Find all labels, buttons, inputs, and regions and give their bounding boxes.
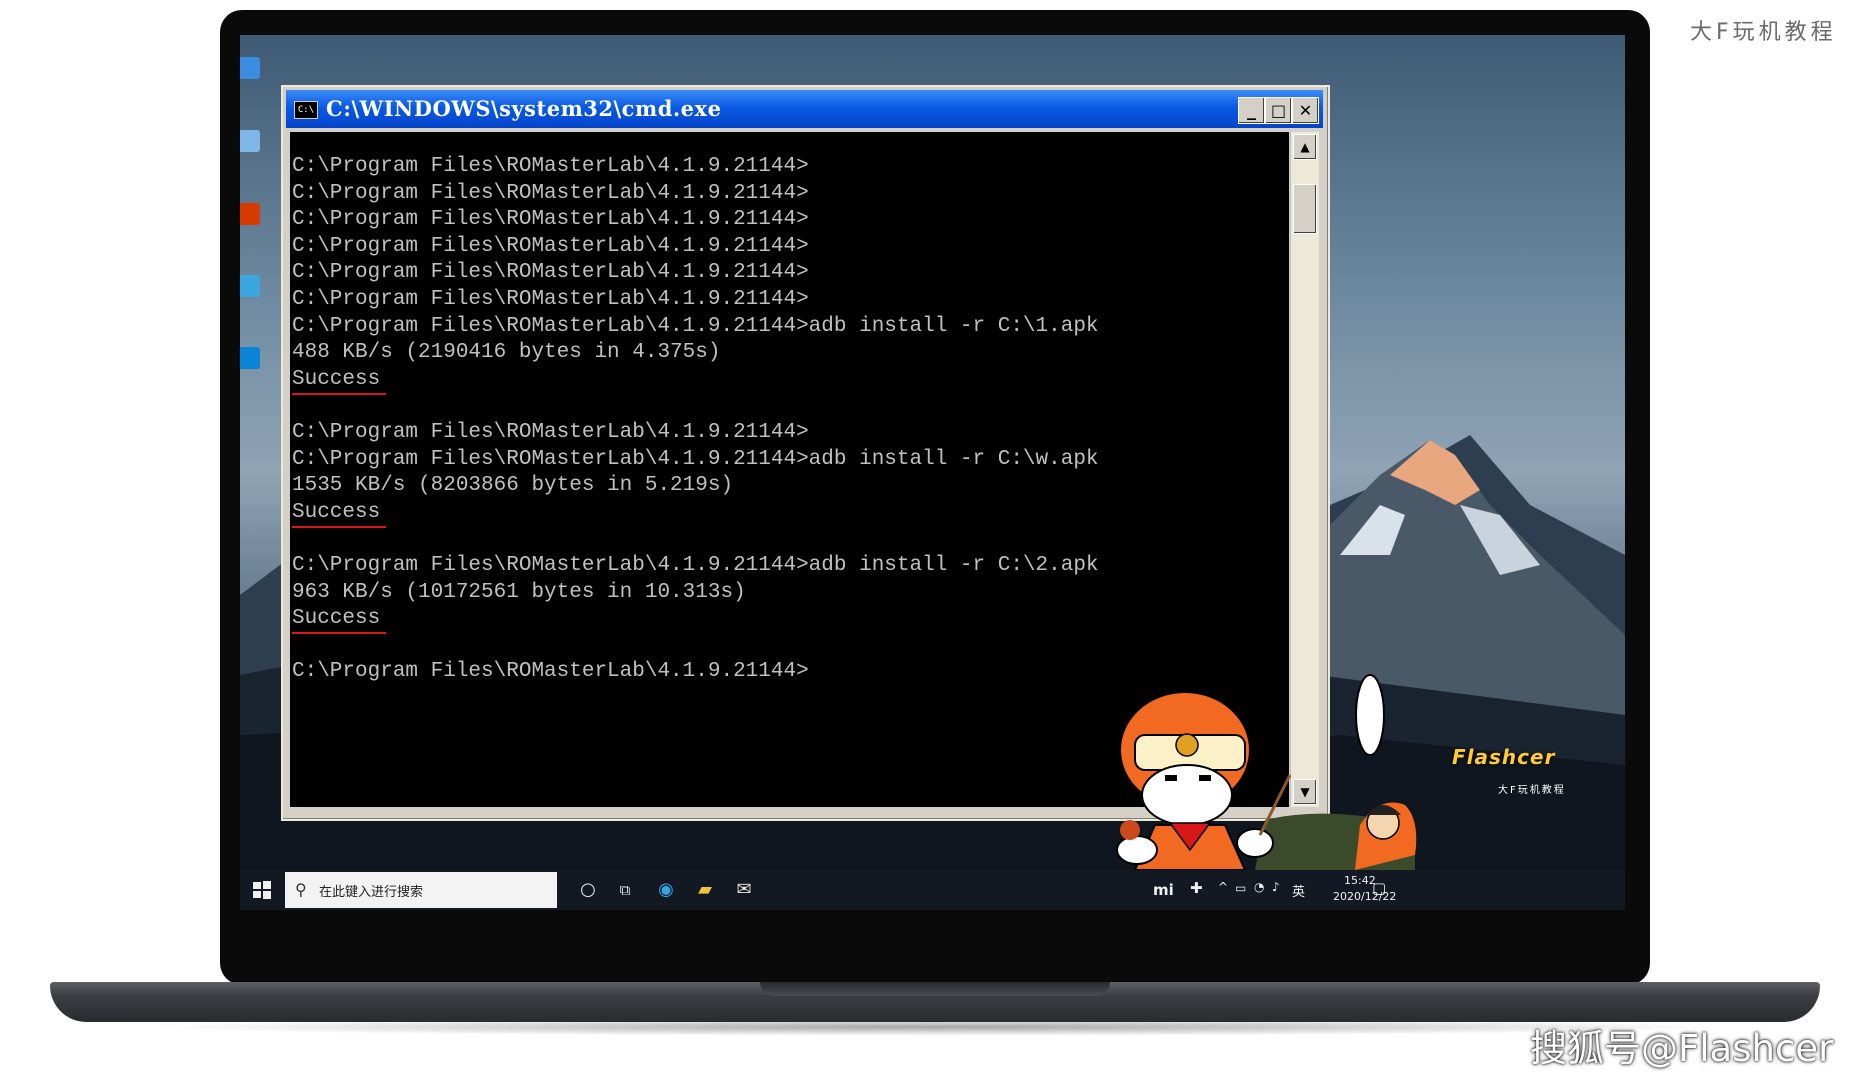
app-tray-icon[interactable]: ✚ [1190, 879, 1203, 897]
console-line: C:\Program Files\ROMasterLab\4.1.9.21144… [292, 421, 809, 444]
task-view-icon[interactable]: ⧉ [613, 878, 637, 902]
mail-icon[interactable]: ✉ [732, 878, 756, 902]
edge-browser-icon[interactable]: ◉ [654, 878, 678, 902]
volume-icon[interactable]: ♪ [1272, 880, 1280, 894]
file-explorer-icon[interactable]: ▰ [693, 878, 717, 902]
scroll-thumb[interactable] [1293, 184, 1317, 234]
maximize-button[interactable]: □ [1265, 97, 1292, 124]
ime-language-indicator[interactable]: 英 [1292, 881, 1305, 900]
success-underline [292, 392, 386, 395]
console-line: C:\Program Files\ROMasterLab\4.1.9.21144… [292, 554, 1099, 577]
minimize-button[interactable]: _ [1238, 97, 1265, 124]
console-line: C:\Program Files\ROMasterLab\4.1.9.21144… [292, 288, 809, 311]
console-line: 963 KB/s (10172561 bytes in 10.313s) [292, 580, 746, 604]
watermark-top: 大F玩机教程 [1690, 20, 1837, 45]
console-line: C:\Program Files\ROMasterLab\4.1.9.21144… [292, 155, 809, 178]
console-line: C:\Program Files\ROMasterLab\4.1.9.21144… [292, 181, 809, 205]
mascot-illustration [1116, 674, 1417, 870]
scroll-up-arrow-icon[interactable]: ▲ [1293, 134, 1317, 160]
success-message: Success [292, 367, 381, 391]
taskbar-search-box[interactable]: ⚲ 在此键入进行搜索 [285, 872, 557, 908]
battery-icon[interactable]: ▭ [1235, 881, 1246, 895]
success-underline [292, 525, 386, 528]
success-message: Success [292, 500, 381, 524]
cmd-titlebar[interactable]: C:\ C:\WINDOWS\system32\cmd.exe _ □ ✕ [286, 90, 1323, 128]
windows-start-icon[interactable] [252, 880, 272, 900]
clock-date[interactable]: 2020/12/22 [1333, 890, 1396, 903]
success-underline [292, 632, 386, 635]
console-line: C:\Program Files\ROMasterLab\4.1.9.21144… [292, 261, 809, 285]
edge-shortcut-icon[interactable] [240, 347, 260, 369]
mascot-subtitle: 大F玩机教程 [1498, 785, 1566, 796]
success-message: Success [292, 607, 381, 631]
desktop-screen: C:\ C:\WINDOWS\system32\cmd.exe _ □ ✕ C:… [240, 35, 1625, 910]
console-line: C:\Program Files\ROMasterLab\4.1.9.21144… [292, 660, 809, 684]
desktop-shortcut-icon[interactable] [240, 57, 260, 79]
console-line: C:\Program Files\ROMasterLab\4.1.9.21144… [292, 208, 809, 232]
desktop-shortcut-icon[interactable] [240, 130, 260, 152]
search-placeholder: 在此键入进行搜索 [319, 885, 424, 900]
console-line: C:\Program Files\ROMasterLab\4.1.9.21144… [292, 234, 809, 258]
close-button[interactable]: ✕ [1292, 97, 1319, 124]
watermark-bottom: 搜狐号@Flashcer [1530, 1027, 1834, 1070]
desktop-shortcut-icon[interactable] [240, 275, 260, 297]
office-icon[interactable] [240, 203, 260, 225]
console-line: 1535 KB/s (8203866 bytes in 5.219s) [292, 474, 734, 498]
cmd-window-title: C:\WINDOWS\system32\cmd.exe [326, 96, 722, 121]
taskbar: ⚲ 在此键入进行搜索 ○ ⧉ ◉ ▰ ✉ mi ✚ ^ ▭ ◔ ♪ 英 15:4… [240, 870, 1625, 910]
mi-tray-icon[interactable]: mi [1153, 881, 1174, 899]
console-line: 488 KB/s (2190416 bytes in 4.375s) [292, 341, 721, 365]
mascot-name: Flashcer [1452, 745, 1556, 769]
chevron-up-icon[interactable]: ^ [1218, 880, 1228, 894]
laptop-hinge-notch [760, 982, 1110, 996]
wifi-icon[interactable]: ◔ [1254, 880, 1264, 894]
clock-time[interactable]: 15:42 [1344, 874, 1376, 887]
search-icon: ⚲ [295, 880, 307, 899]
cmd-app-icon: C:\ [294, 101, 318, 119]
cortana-icon[interactable]: ○ [576, 878, 600, 902]
notification-icon[interactable]: ▢ [1372, 879, 1386, 897]
console-line: C:\Program Files\ROMasterLab\4.1.9.21144… [292, 314, 1099, 338]
console-line: C:\Program Files\ROMasterLab\4.1.9.21144… [292, 447, 1099, 471]
